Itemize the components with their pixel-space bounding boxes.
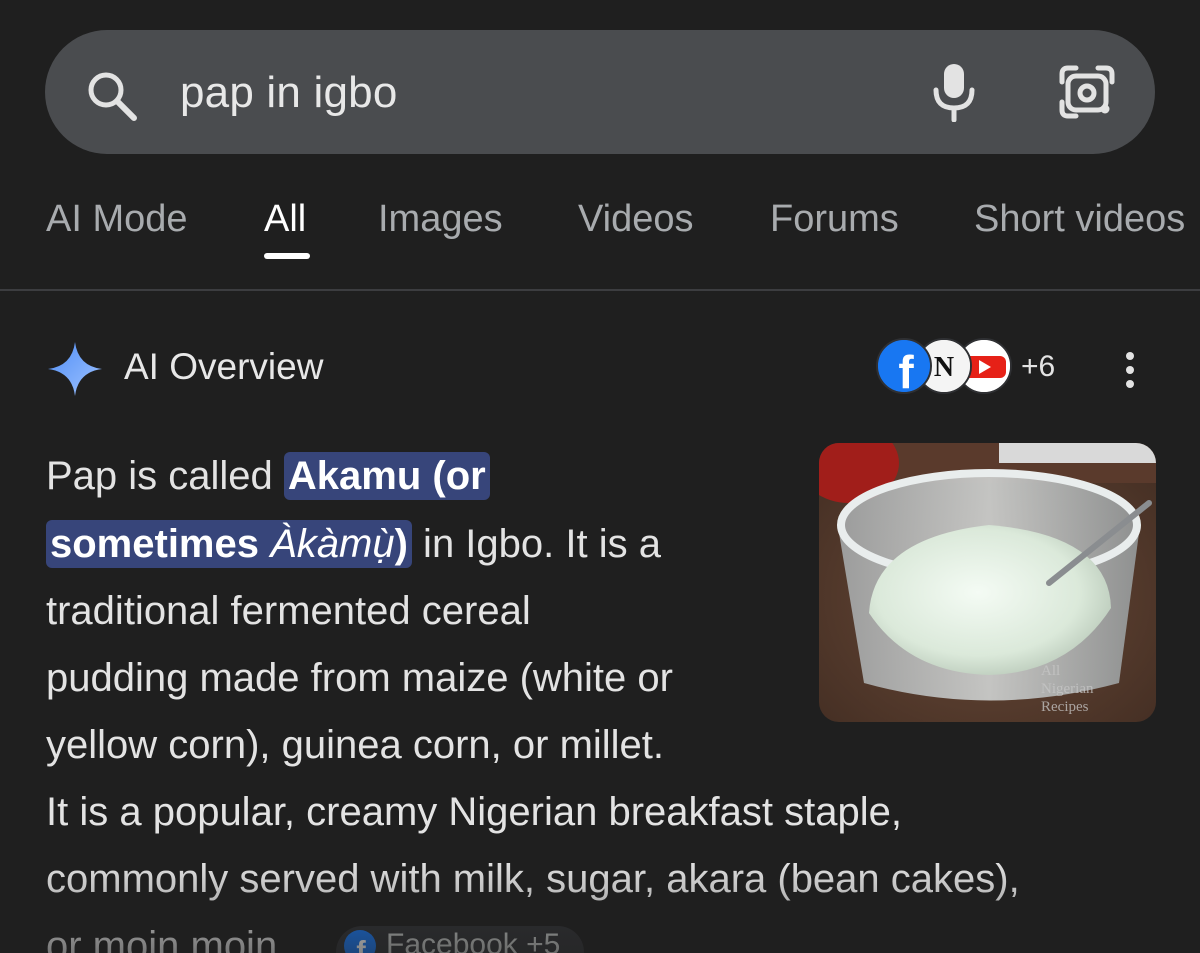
highlighted-answer[interactable]: Akamu (or bbox=[283, 452, 490, 500]
overview-line-7: commonly served with milk, sugar, akara … bbox=[46, 857, 1020, 901]
facebook-icon: f bbox=[344, 930, 376, 953]
igbo-term: Àkàmụ̀ bbox=[270, 522, 395, 566]
search-input[interactable]: pap in igbo bbox=[180, 68, 398, 118]
overview-line-2: sometimes Àkàmụ̀) in Igbo. It is a bbox=[46, 520, 661, 568]
search-icon[interactable] bbox=[84, 68, 140, 124]
tabs-divider bbox=[0, 289, 1200, 291]
overview-line-4: pudding made from maize (white or bbox=[46, 656, 673, 700]
overview-line-1: Pap is called Akamu (or bbox=[46, 452, 490, 500]
source-favicons[interactable]: N f bbox=[876, 338, 1016, 398]
highlighted-answer-text: sometimes bbox=[50, 522, 271, 566]
microphone-icon[interactable] bbox=[930, 62, 978, 122]
tab-videos[interactable]: Videos bbox=[578, 198, 694, 241]
pap-bowl-image[interactable]: All Nigerian Recipes bbox=[819, 443, 1156, 722]
svg-text:f: f bbox=[898, 346, 914, 392]
facebook-icon: f bbox=[876, 338, 932, 394]
more-options-icon[interactable] bbox=[1118, 350, 1142, 390]
svg-text:N: N bbox=[934, 352, 954, 383]
overview-line-8: or moin moin. bbox=[46, 924, 289, 953]
tab-short-videos[interactable]: Short videos bbox=[974, 198, 1185, 241]
highlighted-answer-text: Akamu (or bbox=[287, 454, 486, 498]
overview-line-3: traditional fermented cereal bbox=[46, 589, 531, 633]
tab-all[interactable]: All bbox=[264, 198, 306, 241]
highlighted-answer-text: ) bbox=[394, 522, 408, 566]
tab-images[interactable]: Images bbox=[378, 198, 503, 241]
overview-line-5: yellow corn), guinea corn, or millet. bbox=[46, 723, 665, 767]
svg-text:f: f bbox=[356, 935, 366, 953]
active-tab-indicator bbox=[264, 253, 310, 259]
highlighted-answer-cont[interactable]: sometimes Àkàmụ̀) bbox=[46, 520, 412, 568]
overview-line-6: It is a popular, creamy Nigerian breakfa… bbox=[46, 790, 902, 834]
overview-text: Pap is called bbox=[46, 454, 284, 498]
ai-overview-title: AI Overview bbox=[124, 346, 324, 387]
svg-text:Nigerian: Nigerian bbox=[1041, 681, 1094, 697]
tab-forums[interactable]: Forums bbox=[770, 198, 899, 241]
overview-text: in Igbo. It is a bbox=[411, 522, 661, 566]
svg-text:All: All bbox=[1041, 663, 1060, 679]
tab-ai-mode[interactable]: AI Mode bbox=[46, 198, 188, 241]
sparkle-icon bbox=[48, 342, 102, 396]
svg-text:Recipes: Recipes bbox=[1041, 699, 1089, 715]
source-chip-label[interactable]: Facebook +5 bbox=[386, 928, 560, 953]
more-sources-count[interactable]: +6 bbox=[1021, 350, 1055, 384]
search-results-page: pap in igbo AI Mode All Images Videos Fo… bbox=[0, 0, 1200, 953]
google-lens-icon[interactable] bbox=[1058, 64, 1116, 120]
